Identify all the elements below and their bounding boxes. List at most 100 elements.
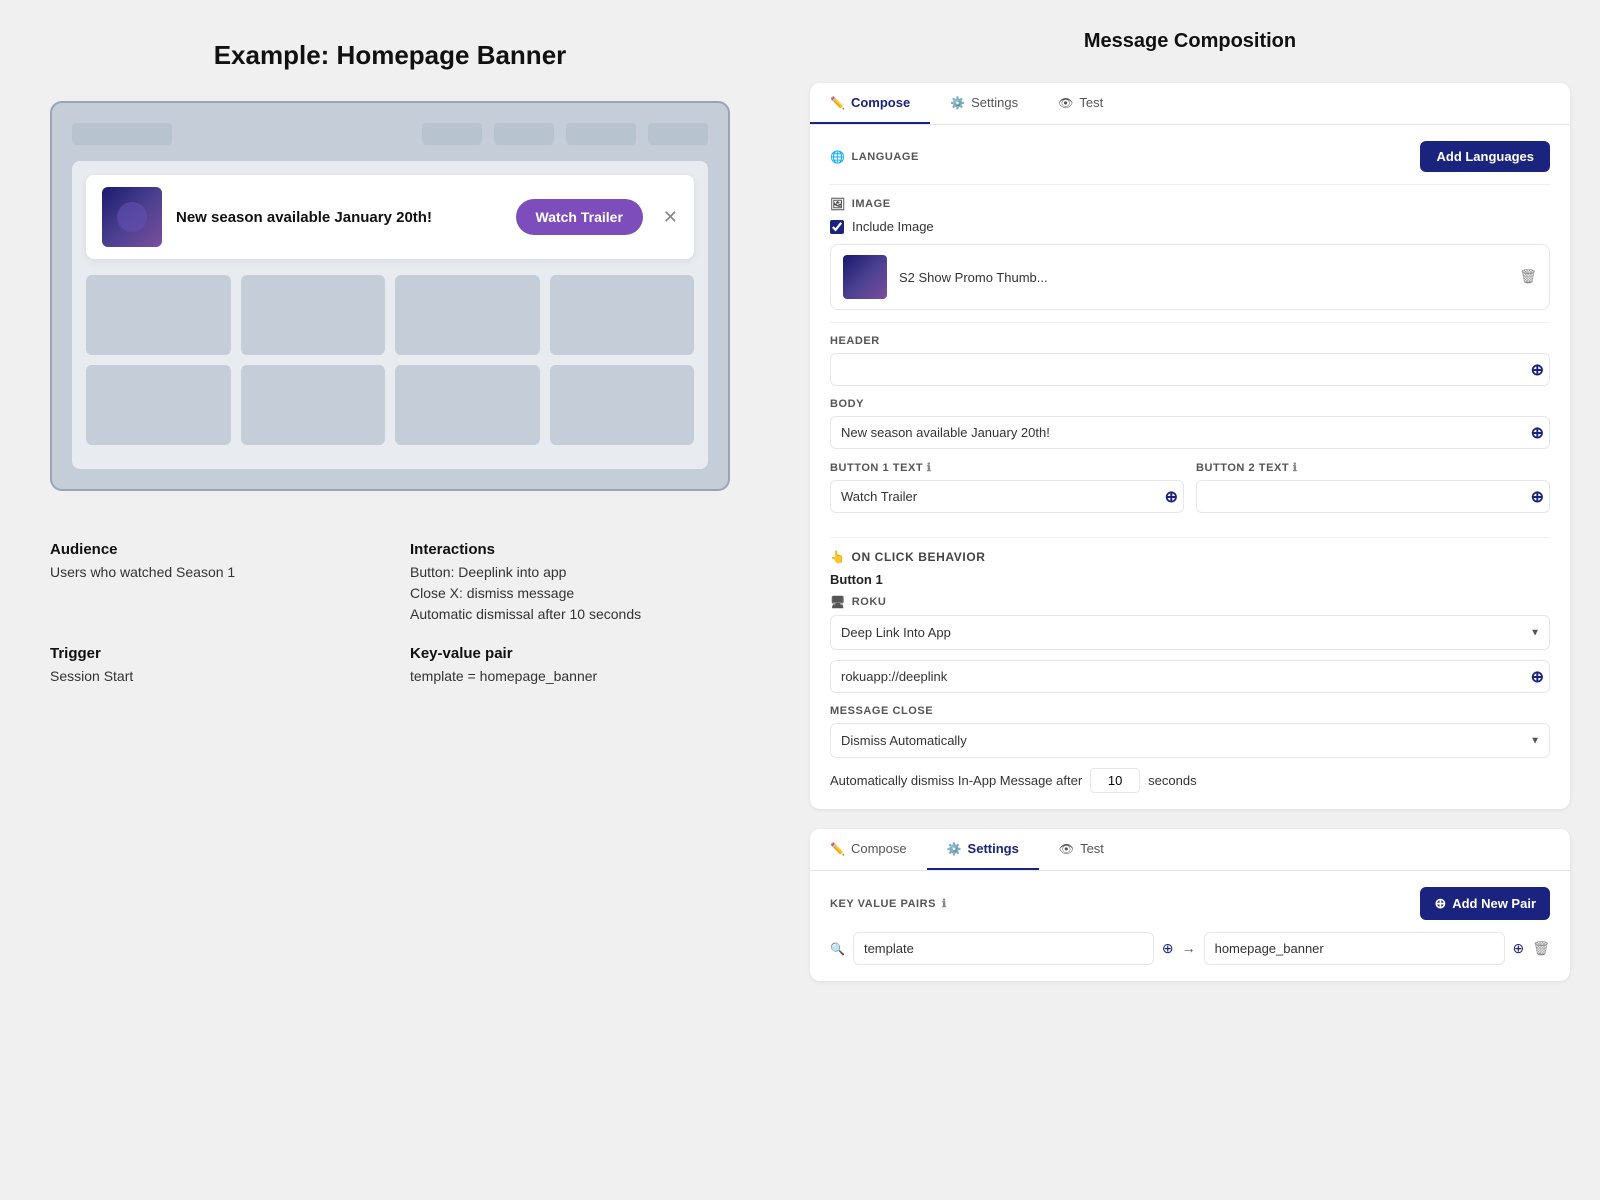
kv-value-input[interactable] [1204,932,1505,965]
plus-circle-icon [1434,895,1446,912]
tab-test-label: Test [1079,95,1103,110]
grid-cell [550,365,695,445]
tab-compose[interactable]: Compose [810,83,930,124]
button2-text-input[interactable] [1196,480,1550,513]
kv-label: Key-value pair [410,645,730,662]
tab-test[interactable]: Test [1038,83,1123,124]
banner-close-icon[interactable]: ✕ [663,207,678,228]
button2-text-block: BUTTON 2 TEXT ⊕ [1196,461,1550,525]
nav-item-3 [566,123,636,145]
nav-item-2 [494,123,554,145]
grid-cell [395,365,540,445]
delete-image-button[interactable] [1519,268,1537,286]
interactions-line-3: Automatic dismissal after 10 seconds [410,604,730,625]
interactions-line-2: Close X: dismiss message [410,583,730,604]
add-new-pair-button[interactable]: Add New Pair [1420,887,1550,920]
pencil-icon [830,95,845,110]
language-section: LANGUAGE Add Languages [830,141,1550,172]
eye-icon-2 [1059,841,1074,856]
composition-card: Compose Settings Test LANGUAGE Add Langu… [810,83,1570,809]
tab-settings-label: Settings [971,95,1018,110]
body-input[interactable] [830,416,1550,449]
grid-cell [395,275,540,355]
page-title: Example: Homepage Banner [50,40,730,71]
deep-link-select[interactable]: Deep Link Into App [830,615,1550,650]
on-click-section: ON CLICK BEHAVIOR Button 1 ROKU Deep Lin… [830,550,1550,793]
image-icon [830,197,846,211]
seconds-input[interactable] [1090,768,1140,793]
search-icon [830,940,845,958]
header-label: HEADER [830,335,1550,347]
settings-card: Compose Settings Test KEY VALUE PAIRS Ad… [810,829,1570,981]
button1-input-wrapper: ⊕ [830,480,1184,513]
audience-block: Audience Users who watched Season 1 [50,541,370,625]
bottom-tab-test-label: Test [1080,841,1104,856]
button2-plus-icon[interactable]: ⊕ [1531,487,1544,507]
include-image-label: Include Image [852,219,934,234]
content-grid-row-1 [86,275,694,355]
button2-info-icon [1293,462,1298,474]
kv-key-input[interactable] [853,932,1154,965]
watch-trailer-button[interactable]: Watch Trailer [516,199,643,235]
button2-input-wrapper: ⊕ [1196,480,1550,513]
deep-link-url-wrapper: ⊕ [830,660,1550,693]
body-plus-icon[interactable]: ⊕ [1531,423,1544,443]
content-grid-row-2 [86,365,694,445]
globe-icon [830,150,846,164]
in-app-banner: New season available January 20th! Watch… [86,175,694,259]
trigger-label: Trigger [50,645,370,662]
key-value-pair-block: Key-value pair template = homepage_banne… [410,645,730,687]
interactions-block: Interactions Button: Deeplink into app C… [410,541,730,625]
composition-title: Message Composition [810,30,1570,53]
gear-icon [950,95,965,110]
deeplink-plus-icon[interactable]: ⊕ [1531,667,1544,687]
divider [830,537,1550,538]
on-click-title: ON CLICK BEHAVIOR [830,550,1550,564]
tab-compose-label: Compose [851,95,910,110]
divider [830,184,1550,185]
top-tab-bar: Compose Settings Test [810,83,1570,125]
dismiss-select[interactable]: Dismiss Automatically [830,723,1550,758]
body-label: BODY [830,398,1550,410]
add-languages-button[interactable]: Add Languages [1420,141,1550,172]
banner-image [102,187,162,247]
interactions-label: Interactions [410,541,730,558]
button1-label: BUTTON 1 TEXT [830,461,1184,474]
kv-value-plus-icon[interactable] [1513,940,1525,958]
bottom-tab-compose[interactable]: Compose [810,829,927,870]
info-section: Audience Users who watched Season 1 Inte… [50,531,730,697]
header-section: HEADER ⊕ [830,335,1550,386]
body-input-wrapper: ⊕ [830,416,1550,449]
header-input[interactable] [830,353,1550,386]
kv-key-plus-icon[interactable] [1162,940,1174,958]
button1-plus-icon[interactable]: ⊕ [1165,487,1178,507]
tab-settings[interactable]: Settings [930,83,1038,124]
trigger-value: Session Start [50,666,370,687]
bottom-tab-test[interactable]: Test [1039,829,1124,870]
grid-cell [241,275,386,355]
button1-subtitle: Button 1 [830,572,1550,587]
kv-pairs-header: KEY VALUE PAIRS Add New Pair [830,887,1550,920]
kv-value: template = homepage_banner [410,666,730,687]
header-plus-icon[interactable]: ⊕ [1531,360,1544,380]
trash-icon [1519,268,1537,285]
button2-label: BUTTON 2 TEXT [1196,461,1550,474]
eye-icon [1058,95,1073,110]
button-texts-section: BUTTON 1 TEXT ⊕ BUTTON 2 TEXT [830,461,1550,525]
roku-label: ROKU [830,595,1550,609]
bottom-tab-settings[interactable]: Settings [927,829,1039,870]
include-image-row: Include Image [830,219,1550,234]
include-image-checkbox[interactable] [830,220,844,234]
dismiss-row: Automatically dismiss In-App Message aft… [830,768,1550,793]
kv-info-icon [942,897,947,910]
kv-delete-button[interactable] [1532,940,1550,958]
audience-value: Users who watched Season 1 [50,562,370,583]
pencil-icon-2 [830,841,845,856]
language-label: LANGUAGE [830,150,919,164]
seconds-unit: seconds [1148,773,1196,788]
button1-text-input[interactable] [830,480,1184,513]
divider [830,322,1550,323]
deep-link-select-wrapper: Deep Link Into App ▼ [830,615,1550,650]
deep-link-url-input[interactable] [830,660,1550,693]
body-section: BODY ⊕ [830,398,1550,449]
